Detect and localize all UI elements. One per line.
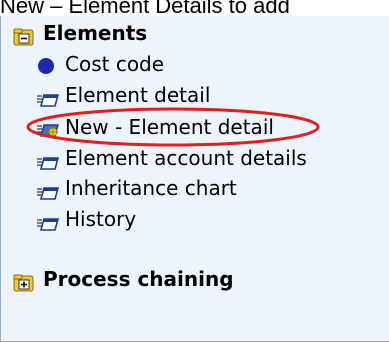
tree-item-label: Element account details (65, 146, 307, 170)
tree-group-label: Elements (43, 21, 148, 45)
tree-item-label: Inheritance chart (65, 176, 237, 200)
navigation-tree: Elements Cost code Element detail New - … (0, 16, 389, 342)
form-icon (37, 210, 60, 240)
form-icon (37, 179, 60, 209)
tree-item-label: Element detail (65, 83, 211, 107)
tree-item-label: History (65, 207, 137, 231)
caption-text: New – Element Details to add (0, 0, 290, 16)
folder-plus-icon[interactable] (13, 270, 35, 300)
folder-minus-icon[interactable] (13, 24, 35, 54)
new-form-icon (37, 118, 61, 148)
form-icon (37, 86, 60, 116)
form-icon (37, 149, 60, 179)
tree-item-label: New - Element detail (65, 115, 274, 139)
tree-item-label: Cost code (65, 52, 165, 76)
blue-dot-icon (37, 55, 57, 85)
tree-group-label: Process chaining (43, 267, 234, 291)
